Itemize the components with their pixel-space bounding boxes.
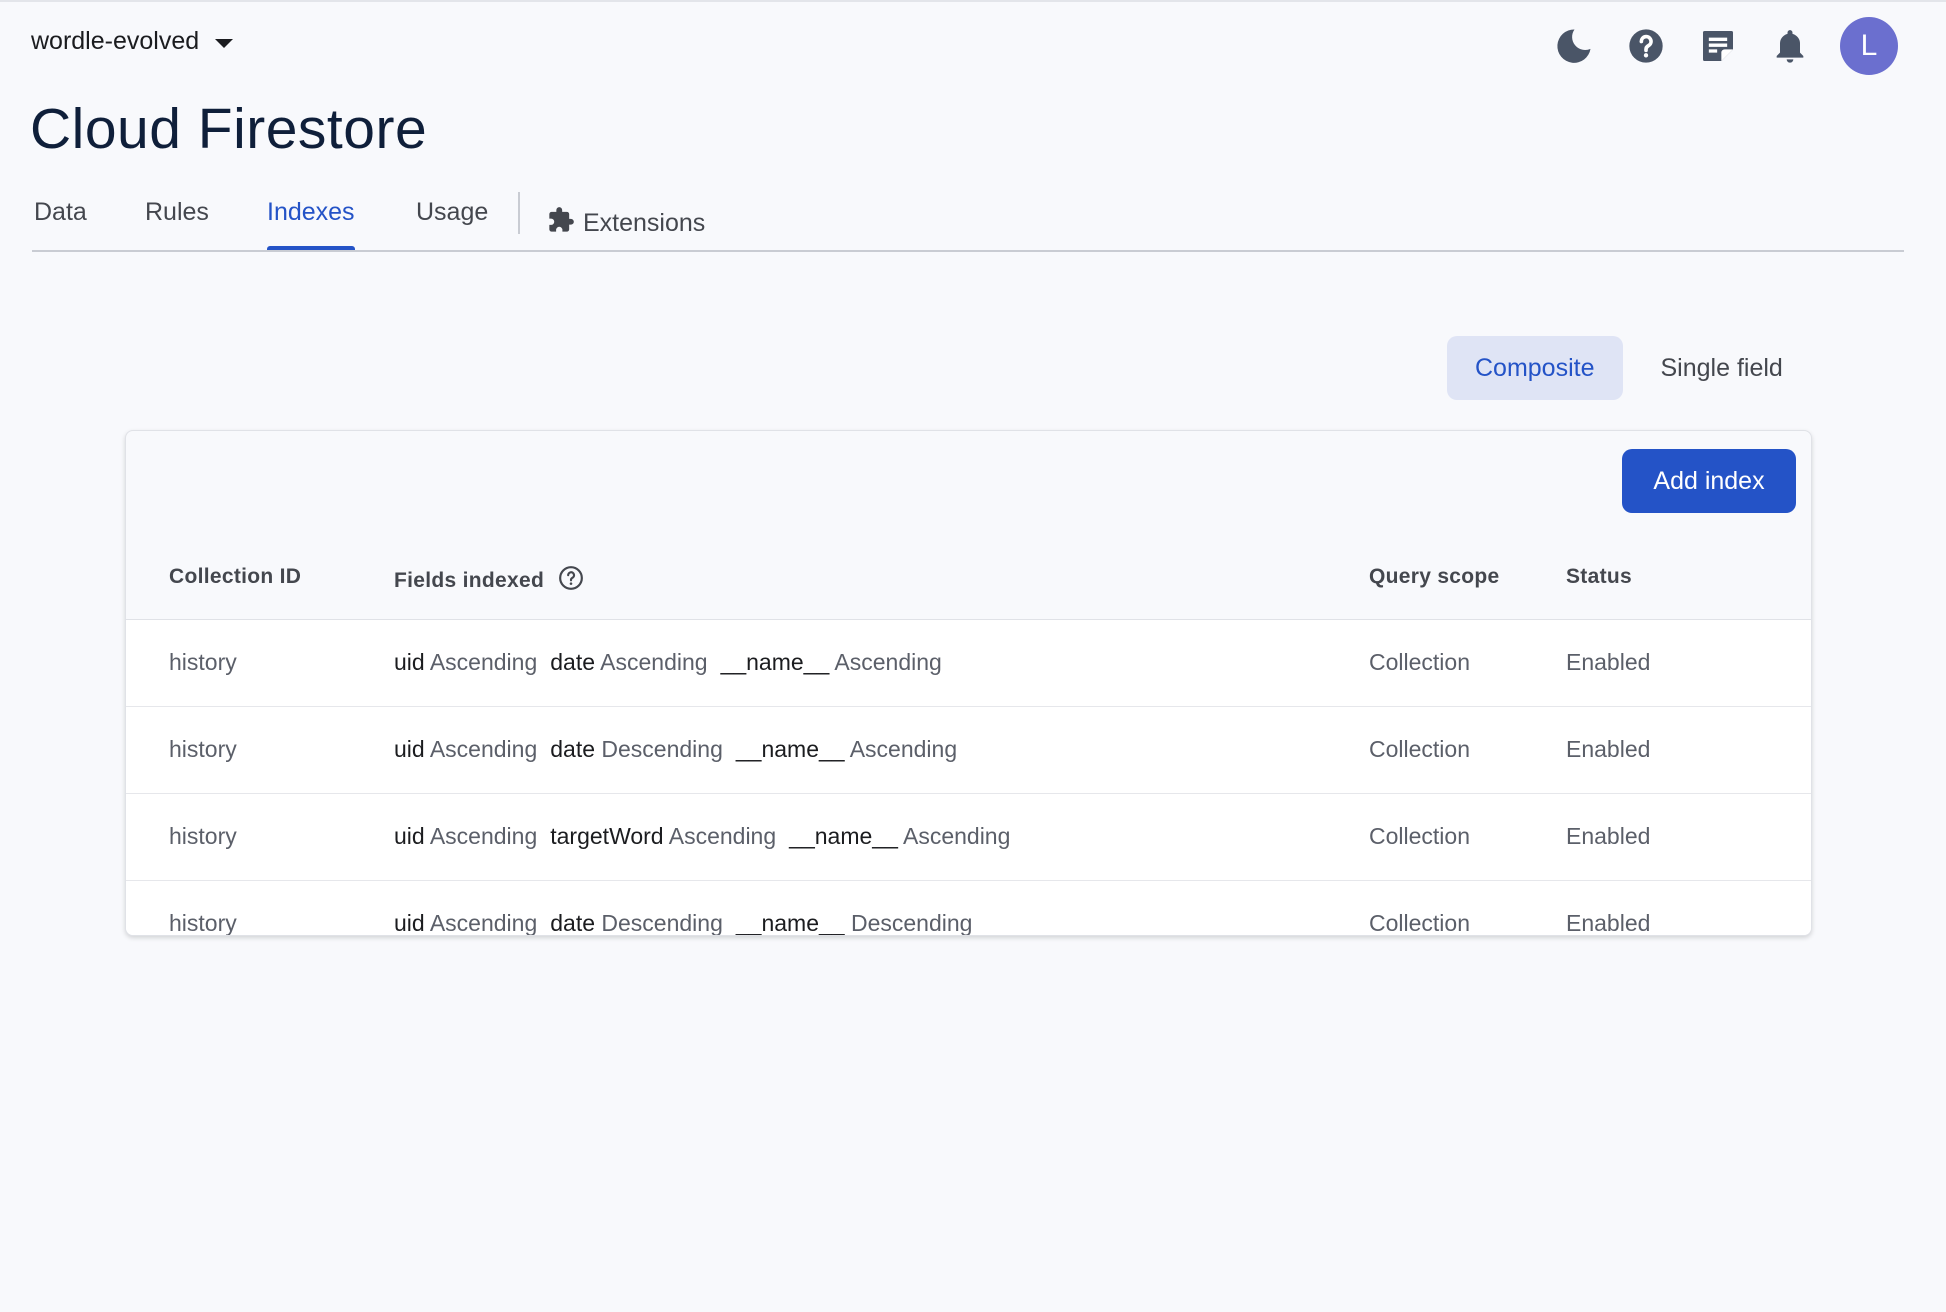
field-order: Descending <box>601 910 723 936</box>
tab-extensions[interactable]: Extensions <box>547 198 705 248</box>
extensions-icon <box>547 206 575 241</box>
indexed-field: __name__ Ascending <box>789 823 1010 850</box>
query-scope-cell: Collection <box>1369 736 1470 762</box>
tab-rules[interactable]: Rules <box>145 198 209 248</box>
project-selector[interactable]: wordle-evolved <box>31 27 234 56</box>
field-name: uid <box>394 736 425 762</box>
status-cell: Enabled <box>1566 649 1651 675</box>
indexed-field: __name__ Ascending <box>721 649 942 676</box>
notifications-icon[interactable] <box>1754 16 1826 76</box>
field-order: Descending <box>601 736 723 762</box>
field-order: Ascending <box>668 823 777 849</box>
field-name: uid <box>394 649 425 675</box>
table-header: Collection ID Fields indexed Query scope… <box>126 541 1811 620</box>
header-collection-id: Collection ID <box>169 565 302 588</box>
collection-id-cell: history <box>169 736 237 762</box>
indexed-field: date Descending <box>550 910 723 936</box>
add-index-button[interactable]: Add index <box>1622 449 1796 513</box>
field-order: Ascending <box>834 649 942 675</box>
table-row[interactable]: history uid Ascending date Ascending __n… <box>126 620 1811 707</box>
header-query-scope: Query scope <box>1369 565 1500 588</box>
query-scope-cell: Collection <box>1369 649 1470 675</box>
dark-mode-icon[interactable] <box>1538 16 1610 76</box>
indexes-card: Add index Collection ID Fields indexed Q… <box>125 430 1812 936</box>
fields-indexed-cell: uid Ascending targetWord Ascending __nam… <box>394 823 1010 850</box>
header-status: Status <box>1566 565 1632 588</box>
project-name: wordle-evolved <box>31 27 200 55</box>
field-name: uid <box>394 823 425 849</box>
tab-divider <box>518 192 520 234</box>
indexed-field: uid Ascending <box>394 736 537 763</box>
tab-usage[interactable]: Usage <box>416 198 488 248</box>
avatar[interactable]: L <box>1840 17 1898 75</box>
header-fields-indexed-label: Fields indexed <box>394 569 545 592</box>
indexed-field: date Descending <box>550 736 723 763</box>
field-order: Ascending <box>429 910 538 936</box>
header-fields-indexed: Fields indexed <box>394 565 584 597</box>
page-title: Cloud Firestore <box>30 97 428 161</box>
indexed-field: __name__ Descending <box>735 910 973 936</box>
field-name: uid <box>394 910 425 936</box>
indexed-field: date Ascending <box>550 649 707 676</box>
query-scope-cell: Collection <box>1369 823 1470 849</box>
query-scope-cell: Collection <box>1369 910 1470 936</box>
top-toolbar: L <box>1538 16 1898 76</box>
help-circle-icon[interactable] <box>558 565 584 597</box>
table-row[interactable]: history uid Ascending targetWord Ascendi… <box>126 794 1811 881</box>
field-name: __name__ <box>720 649 830 675</box>
tab-indexes[interactable]: Indexes <box>267 198 355 250</box>
indexed-field: uid Ascending <box>394 910 538 936</box>
field-name: targetWord <box>550 823 664 849</box>
field-order: Ascending <box>600 649 708 675</box>
field-name: date <box>550 910 596 936</box>
status-cell: Enabled <box>1566 736 1651 762</box>
indexed-field: uid Ascending <box>394 649 537 676</box>
caret-down-icon <box>215 38 234 48</box>
status-cell: Enabled <box>1566 823 1651 849</box>
field-name: date <box>550 736 596 762</box>
fields-indexed-cell: uid Ascending date Ascending __name__ As… <box>394 649 942 676</box>
help-icon[interactable] <box>1610 16 1682 76</box>
fields-indexed-cell: uid Ascending date Descending __name__ D… <box>394 910 973 936</box>
fields-indexed-cell: uid Ascending date Descending __name__ A… <box>394 736 957 763</box>
top-border <box>0 0 1946 2</box>
tab-extensions-label: Extensions <box>583 208 706 237</box>
field-order: Ascending <box>849 736 958 762</box>
release-notes-icon[interactable] <box>1682 16 1754 76</box>
field-order: Ascending <box>429 823 538 849</box>
table-row[interactable]: history uid Ascending date Descending __… <box>126 881 1811 936</box>
tab-bar: Data Rules Indexes Usage Extensions <box>32 188 1904 252</box>
collection-id-cell: history <box>169 823 237 849</box>
field-name: __name__ <box>789 823 898 849</box>
indexed-field: uid Ascending <box>394 823 537 850</box>
indexed-field: targetWord Ascending <box>550 823 776 850</box>
table-body: history uid Ascending date Ascending __n… <box>126 620 1811 936</box>
status-cell: Enabled <box>1566 910 1651 936</box>
tab-data[interactable]: Data <box>34 198 87 248</box>
indexed-field: __name__ Ascending <box>736 736 957 763</box>
field-order: Ascending <box>429 649 538 675</box>
single-field-button[interactable]: Single field <box>1633 336 1811 400</box>
field-order: Ascending <box>429 736 538 762</box>
composite-button[interactable]: Composite <box>1447 336 1623 400</box>
collection-id-cell: history <box>169 910 237 936</box>
field-order: Descending <box>850 910 973 936</box>
field-name: date <box>550 649 596 675</box>
field-name: __name__ <box>735 910 845 936</box>
table-row[interactable]: history uid Ascending date Descending __… <box>126 707 1811 794</box>
field-name: __name__ <box>735 736 845 762</box>
avatar-initial: L <box>1860 29 1878 62</box>
index-type-toggle: Composite Single field <box>1447 336 1811 400</box>
field-order: Ascending <box>902 823 1011 849</box>
collection-id-cell: history <box>169 649 237 675</box>
